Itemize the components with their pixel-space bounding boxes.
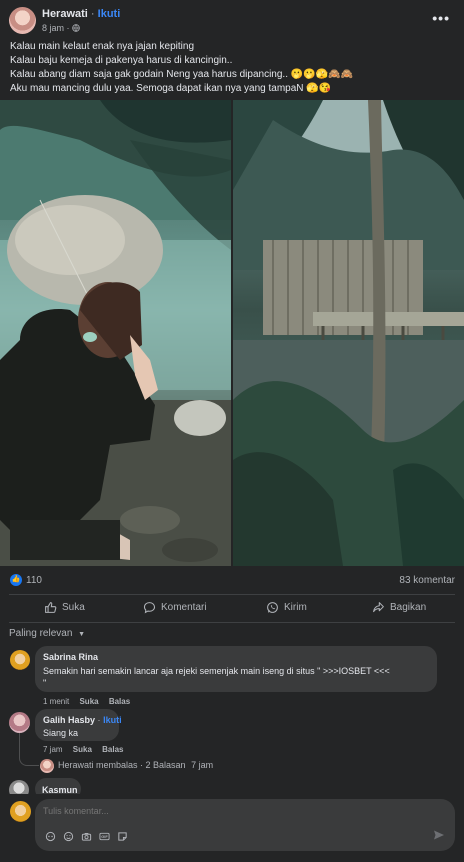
- comment-bubble: Sabrina Rina Semakin hari semakin lancar…: [35, 646, 437, 692]
- divider: [9, 594, 455, 595]
- comment-like-button[interactable]: Suka: [73, 745, 92, 754]
- comment-label: Komentari: [161, 602, 207, 613]
- comment-meta: 7 jam Suka Balas: [43, 745, 124, 754]
- thread-connector: [19, 733, 39, 766]
- caption-line: Kalau main kelaut enak nya jajan kepitin…: [10, 41, 195, 52]
- chevron-down-icon: ▼: [78, 631, 86, 638]
- comment-like-button[interactable]: Suka: [79, 697, 98, 706]
- follow-button[interactable]: Ikuti: [98, 8, 121, 20]
- camera-icon[interactable]: [80, 830, 92, 842]
- comment-meta: 1 menit Suka Balas: [43, 697, 130, 706]
- reaction-count[interactable]: 110: [26, 575, 42, 586]
- globe-icon: [72, 24, 80, 32]
- comment-button[interactable]: Komentari: [143, 601, 207, 614]
- comment-text-line: Semakin hari semakin lancar aja rejeki s…: [43, 666, 390, 676]
- thumbs-up-icon: [45, 602, 57, 613]
- caption-line: Kalau baju kemeja di pakenya harus di ka…: [10, 55, 233, 66]
- commenter-avatar[interactable]: [10, 650, 30, 670]
- comment-time[interactable]: 7 jam: [43, 745, 63, 754]
- send-button[interactable]: Kirim: [266, 601, 307, 614]
- reply-time: 7 jam: [191, 760, 214, 770]
- send-label: Kirim: [284, 602, 307, 613]
- comment-text: Siang ka: [43, 728, 79, 738]
- whatsapp-icon: [267, 602, 278, 613]
- like-label: Suka: [62, 602, 85, 613]
- divider: [9, 622, 455, 623]
- avatar-sticker-icon[interactable]: [44, 830, 56, 842]
- my-avatar[interactable]: [10, 801, 31, 822]
- post-header: Herawati · Ikuti 8 jam · •••: [0, 0, 464, 40]
- comment-time[interactable]: 1 menit: [43, 697, 69, 706]
- emoji-icon[interactable]: [62, 830, 74, 842]
- comment-sort-dropdown[interactable]: Paling relevan ▼: [9, 628, 85, 639]
- post-stats: 👍 110 83 komentar: [0, 570, 464, 592]
- sticker-icon[interactable]: [116, 830, 128, 842]
- author-avatar[interactable]: [9, 7, 36, 34]
- comment-input[interactable]: [43, 806, 343, 816]
- comment-icon: [143, 602, 156, 614]
- comment-text: Semakin hari semakin lancar aja rejeki s…: [43, 665, 435, 689]
- author-line: Herawati · Ikuti: [42, 8, 120, 20]
- like-icon[interactable]: 👍: [10, 574, 22, 586]
- author-name[interactable]: Herawati: [42, 8, 88, 20]
- caption-line: Kalau abang diam saja gak godain Neng ya…: [10, 69, 354, 80]
- more-options-button[interactable]: •••: [432, 10, 450, 26]
- photo-fishing-hut[interactable]: [233, 100, 464, 566]
- commenter-name[interactable]: Galih Hasby: [43, 715, 95, 725]
- comment-bubble: Galih Hasby · Ikuti Siang ka: [35, 709, 122, 741]
- comment-composer: GIF: [35, 799, 455, 851]
- commenter-line: Galih Hasby · Ikuti: [43, 715, 122, 725]
- comment-count[interactable]: 83 komentar: [399, 575, 455, 586]
- commenter-name[interactable]: Sabrina Rina: [43, 652, 98, 662]
- share-button[interactable]: Bagikan: [372, 601, 426, 614]
- separator-dot: ·: [90, 8, 95, 20]
- post-caption: Kalau main kelaut enak nya jajan kepitin…: [10, 40, 460, 96]
- send-icon: [434, 830, 444, 840]
- like-button[interactable]: Suka: [44, 601, 85, 614]
- follow-button[interactable]: Ikuti: [103, 715, 122, 725]
- reply-avatar[interactable]: [40, 759, 54, 773]
- comment-reply-button[interactable]: Balas: [102, 745, 123, 754]
- gif-label: GIF: [101, 835, 108, 839]
- caption-line: Aku mau mancing dulu yaa. Semoga dapat i…: [10, 83, 332, 94]
- commenter-avatar[interactable]: [9, 712, 30, 733]
- photo-fishing-girl[interactable]: [0, 100, 231, 566]
- post-media[interactable]: [0, 100, 464, 566]
- separator-dot: ·: [97, 715, 101, 725]
- sort-label: Paling relevan: [9, 628, 73, 639]
- send-comment-button[interactable]: [433, 829, 445, 844]
- comment-reply-button[interactable]: Balas: [109, 697, 130, 706]
- post-actions: Suka Komentari Kirim Bagikan: [0, 598, 464, 620]
- post-time[interactable]: 8 jam: [42, 23, 64, 33]
- gif-icon[interactable]: GIF: [98, 830, 110, 842]
- share-label: Bagikan: [390, 602, 427, 613]
- share-icon: [373, 602, 384, 613]
- post-meta: 8 jam ·: [42, 23, 80, 33]
- comment-text-line: ": [43, 678, 47, 688]
- view-replies-link[interactable]: Herawati membalas · 2 Balasan 7 jam: [58, 760, 213, 770]
- reply-summary: Herawati membalas · 2 Balasan: [58, 760, 186, 770]
